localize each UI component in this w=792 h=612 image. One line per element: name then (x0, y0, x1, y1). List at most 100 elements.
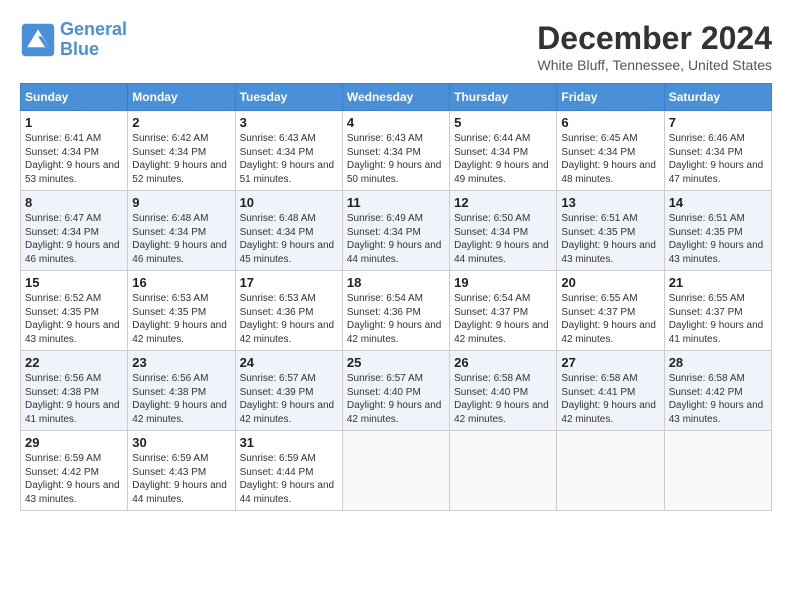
day-number: 19 (454, 275, 552, 290)
logo: General Blue (20, 20, 127, 60)
day-number: 20 (561, 275, 659, 290)
day-info: Sunrise: 6:57 AM Sunset: 4:39 PM Dayligh… (240, 372, 338, 426)
day-info: Sunrise: 6:44 AM Sunset: 4:34 PM Dayligh… (454, 132, 552, 186)
logo-text: General Blue (60, 20, 127, 60)
calendar-cell: 7 Sunrise: 6:46 AM Sunset: 4:34 PM Dayli… (664, 111, 771, 191)
weekday-header-monday: Monday (128, 84, 235, 111)
calendar-cell (557, 431, 664, 511)
day-number: 2 (132, 115, 230, 130)
calendar-cell: 27 Sunrise: 6:58 AM Sunset: 4:41 PM Dayl… (557, 351, 664, 431)
day-number: 10 (240, 195, 338, 210)
month-title: December 2024 (537, 20, 772, 57)
day-info: Sunrise: 6:59 AM Sunset: 4:42 PM Dayligh… (25, 452, 123, 506)
day-info: Sunrise: 6:53 AM Sunset: 4:35 PM Dayligh… (132, 292, 230, 346)
day-info: Sunrise: 6:42 AM Sunset: 4:34 PM Dayligh… (132, 132, 230, 186)
day-number: 17 (240, 275, 338, 290)
day-info: Sunrise: 6:54 AM Sunset: 4:36 PM Dayligh… (347, 292, 445, 346)
day-info: Sunrise: 6:51 AM Sunset: 4:35 PM Dayligh… (561, 212, 659, 266)
calendar-week-4: 22 Sunrise: 6:56 AM Sunset: 4:38 PM Dayl… (21, 351, 772, 431)
day-number: 22 (25, 355, 123, 370)
day-number: 26 (454, 355, 552, 370)
calendar-cell: 16 Sunrise: 6:53 AM Sunset: 4:35 PM Dayl… (128, 271, 235, 351)
day-number: 5 (454, 115, 552, 130)
day-number: 4 (347, 115, 445, 130)
calendar-cell (664, 431, 771, 511)
calendar-week-2: 8 Sunrise: 6:47 AM Sunset: 4:34 PM Dayli… (21, 191, 772, 271)
calendar-cell: 20 Sunrise: 6:55 AM Sunset: 4:37 PM Dayl… (557, 271, 664, 351)
calendar-cell: 17 Sunrise: 6:53 AM Sunset: 4:36 PM Dayl… (235, 271, 342, 351)
day-info: Sunrise: 6:43 AM Sunset: 4:34 PM Dayligh… (347, 132, 445, 186)
day-info: Sunrise: 6:57 AM Sunset: 4:40 PM Dayligh… (347, 372, 445, 426)
calendar-week-5: 29 Sunrise: 6:59 AM Sunset: 4:42 PM Dayl… (21, 431, 772, 511)
day-number: 8 (25, 195, 123, 210)
day-info: Sunrise: 6:54 AM Sunset: 4:37 PM Dayligh… (454, 292, 552, 346)
calendar-cell: 15 Sunrise: 6:52 AM Sunset: 4:35 PM Dayl… (21, 271, 128, 351)
day-info: Sunrise: 6:48 AM Sunset: 4:34 PM Dayligh… (240, 212, 338, 266)
calendar-week-3: 15 Sunrise: 6:52 AM Sunset: 4:35 PM Dayl… (21, 271, 772, 351)
day-number: 29 (25, 435, 123, 450)
day-info: Sunrise: 6:50 AM Sunset: 4:34 PM Dayligh… (454, 212, 552, 266)
day-number: 12 (454, 195, 552, 210)
calendar-cell: 13 Sunrise: 6:51 AM Sunset: 4:35 PM Dayl… (557, 191, 664, 271)
day-number: 24 (240, 355, 338, 370)
day-number: 30 (132, 435, 230, 450)
calendar-cell: 1 Sunrise: 6:41 AM Sunset: 4:34 PM Dayli… (21, 111, 128, 191)
calendar-cell: 24 Sunrise: 6:57 AM Sunset: 4:39 PM Dayl… (235, 351, 342, 431)
day-number: 15 (25, 275, 123, 290)
calendar-cell: 4 Sunrise: 6:43 AM Sunset: 4:34 PM Dayli… (342, 111, 449, 191)
calendar-cell: 18 Sunrise: 6:54 AM Sunset: 4:36 PM Dayl… (342, 271, 449, 351)
day-info: Sunrise: 6:41 AM Sunset: 4:34 PM Dayligh… (25, 132, 123, 186)
day-info: Sunrise: 6:58 AM Sunset: 4:42 PM Dayligh… (669, 372, 767, 426)
day-number: 1 (25, 115, 123, 130)
calendar-cell: 5 Sunrise: 6:44 AM Sunset: 4:34 PM Dayli… (450, 111, 557, 191)
day-info: Sunrise: 6:56 AM Sunset: 4:38 PM Dayligh… (25, 372, 123, 426)
day-info: Sunrise: 6:55 AM Sunset: 4:37 PM Dayligh… (561, 292, 659, 346)
logo-icon (20, 22, 56, 58)
calendar-cell: 14 Sunrise: 6:51 AM Sunset: 4:35 PM Dayl… (664, 191, 771, 271)
day-number: 28 (669, 355, 767, 370)
calendar-cell: 3 Sunrise: 6:43 AM Sunset: 4:34 PM Dayli… (235, 111, 342, 191)
calendar-cell: 2 Sunrise: 6:42 AM Sunset: 4:34 PM Dayli… (128, 111, 235, 191)
calendar-cell: 11 Sunrise: 6:49 AM Sunset: 4:34 PM Dayl… (342, 191, 449, 271)
calendar-cell: 10 Sunrise: 6:48 AM Sunset: 4:34 PM Dayl… (235, 191, 342, 271)
day-number: 21 (669, 275, 767, 290)
calendar-cell (450, 431, 557, 511)
calendar-week-1: 1 Sunrise: 6:41 AM Sunset: 4:34 PM Dayli… (21, 111, 772, 191)
calendar-cell: 30 Sunrise: 6:59 AM Sunset: 4:43 PM Dayl… (128, 431, 235, 511)
day-number: 14 (669, 195, 767, 210)
calendar-cell: 28 Sunrise: 6:58 AM Sunset: 4:42 PM Dayl… (664, 351, 771, 431)
weekday-header-thursday: Thursday (450, 84, 557, 111)
day-number: 13 (561, 195, 659, 210)
day-number: 16 (132, 275, 230, 290)
page-header: General Blue December 2024 White Bluff, … (20, 20, 772, 73)
day-info: Sunrise: 6:58 AM Sunset: 4:41 PM Dayligh… (561, 372, 659, 426)
day-number: 27 (561, 355, 659, 370)
day-info: Sunrise: 6:59 AM Sunset: 4:43 PM Dayligh… (132, 452, 230, 506)
day-info: Sunrise: 6:43 AM Sunset: 4:34 PM Dayligh… (240, 132, 338, 186)
calendar-cell (342, 431, 449, 511)
weekday-header-row: SundayMondayTuesdayWednesdayThursdayFrid… (21, 84, 772, 111)
day-number: 9 (132, 195, 230, 210)
day-info: Sunrise: 6:52 AM Sunset: 4:35 PM Dayligh… (25, 292, 123, 346)
day-number: 31 (240, 435, 338, 450)
day-number: 23 (132, 355, 230, 370)
calendar-cell: 12 Sunrise: 6:50 AM Sunset: 4:34 PM Dayl… (450, 191, 557, 271)
day-info: Sunrise: 6:56 AM Sunset: 4:38 PM Dayligh… (132, 372, 230, 426)
weekday-header-sunday: Sunday (21, 84, 128, 111)
calendar-cell: 6 Sunrise: 6:45 AM Sunset: 4:34 PM Dayli… (557, 111, 664, 191)
day-info: Sunrise: 6:45 AM Sunset: 4:34 PM Dayligh… (561, 132, 659, 186)
calendar-table: SundayMondayTuesdayWednesdayThursdayFrid… (20, 83, 772, 511)
day-number: 6 (561, 115, 659, 130)
day-number: 3 (240, 115, 338, 130)
day-info: Sunrise: 6:47 AM Sunset: 4:34 PM Dayligh… (25, 212, 123, 266)
day-number: 18 (347, 275, 445, 290)
day-number: 7 (669, 115, 767, 130)
day-info: Sunrise: 6:58 AM Sunset: 4:40 PM Dayligh… (454, 372, 552, 426)
title-block: December 2024 White Bluff, Tennessee, Un… (537, 20, 772, 73)
calendar-cell: 26 Sunrise: 6:58 AM Sunset: 4:40 PM Dayl… (450, 351, 557, 431)
day-info: Sunrise: 6:49 AM Sunset: 4:34 PM Dayligh… (347, 212, 445, 266)
calendar-cell: 29 Sunrise: 6:59 AM Sunset: 4:42 PM Dayl… (21, 431, 128, 511)
day-number: 25 (347, 355, 445, 370)
location: White Bluff, Tennessee, United States (537, 57, 772, 73)
day-info: Sunrise: 6:53 AM Sunset: 4:36 PM Dayligh… (240, 292, 338, 346)
